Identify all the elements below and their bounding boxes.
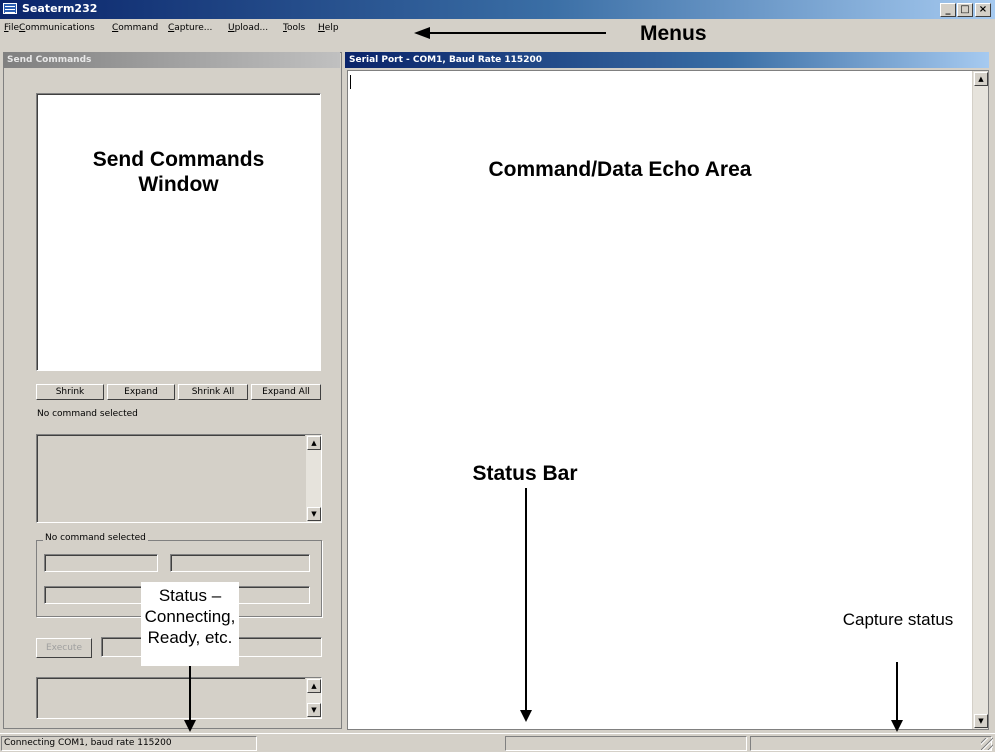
title-bar: Seaterm232 _ □ ×: [0, 0, 995, 19]
description-scrollbar[interactable]: ▲ ▼: [305, 435, 321, 522]
command-status-label: No command selected: [37, 409, 138, 419]
status-callout-arrowhead: [184, 720, 196, 732]
status-bar-annotation: Status Bar: [472, 462, 578, 485]
parameter-field-2[interactable]: [170, 554, 310, 572]
send-commands-window[interactable]: [36, 93, 321, 371]
execute-button[interactable]: Execute: [36, 638, 92, 658]
send-commands-annotation: Send Commands Window: [92, 148, 265, 196]
text-cursor: [350, 75, 351, 89]
echo-scroll-up-icon[interactable]: ▲: [974, 72, 988, 86]
response-scroll-up-icon[interactable]: ▲: [307, 679, 321, 693]
echo-scrollbar[interactable]: ▲ ▼: [972, 71, 988, 729]
menus-annotation: Menus: [640, 22, 707, 45]
send-commands-header: Send Commands: [3, 52, 340, 68]
connection-status: Connecting COM1, baud rate 115200: [1, 736, 257, 751]
echo-area-annotation: Command/Data Echo Area: [488, 158, 752, 181]
menus-arrow-line: [428, 32, 606, 34]
menu-upload[interactable]: Upload...: [228, 23, 268, 33]
middle-status: [505, 736, 747, 751]
expand-all-button[interactable]: Expand All: [251, 384, 321, 400]
window-title: Seaterm232: [22, 2, 98, 15]
menus-arrowhead: [414, 27, 430, 39]
capture-status: [750, 736, 992, 751]
minimize-button[interactable]: _: [940, 3, 956, 17]
shrink-button[interactable]: Shrink: [36, 384, 104, 400]
echo-scroll-down-icon[interactable]: ▼: [974, 714, 988, 728]
expand-button[interactable]: Expand: [107, 384, 175, 400]
status-bar-arrowhead: [520, 710, 532, 722]
serial-port-header: Serial Port - COM1, Baud Rate 115200: [345, 52, 989, 68]
status-bar-arrow-line: [525, 488, 527, 710]
capture-arrowhead: [891, 720, 903, 732]
command-description-box[interactable]: ▲ ▼: [36, 434, 322, 523]
group-label: No command selected: [43, 533, 148, 543]
menu-help[interactable]: Help: [318, 23, 339, 33]
app-icon: [3, 3, 17, 14]
resize-grip-icon[interactable]: [981, 738, 993, 750]
menu-file[interactable]: File: [4, 23, 19, 33]
menu-tools[interactable]: Tools: [283, 23, 305, 33]
menu-communications[interactable]: Communications: [19, 23, 95, 33]
maximize-button[interactable]: □: [957, 3, 973, 17]
menu-capture[interactable]: Capture...: [168, 23, 212, 33]
close-button[interactable]: ×: [975, 3, 991, 17]
scroll-up-icon[interactable]: ▲: [307, 436, 321, 450]
scroll-down-icon[interactable]: ▼: [307, 507, 321, 521]
capture-arrow-line: [896, 662, 898, 720]
menu-command[interactable]: Command: [112, 23, 158, 33]
status-callout: Status – Connecting, Ready, etc.: [141, 582, 239, 666]
parameter-field-1[interactable]: [44, 554, 158, 572]
shrink-all-button[interactable]: Shrink All: [178, 384, 248, 400]
capture-status-annotation: Capture status: [842, 610, 954, 629]
menu-bar: File Communications Command Capture... U…: [0, 19, 995, 37]
status-callout-arrow-line: [189, 666, 191, 720]
status-bar: Connecting COM1, baud rate 115200: [0, 733, 995, 752]
response-box[interactable]: ▲ ▼: [36, 677, 322, 719]
response-scroll-down-icon[interactable]: ▼: [307, 703, 321, 717]
response-scrollbar[interactable]: ▲ ▼: [305, 678, 321, 718]
